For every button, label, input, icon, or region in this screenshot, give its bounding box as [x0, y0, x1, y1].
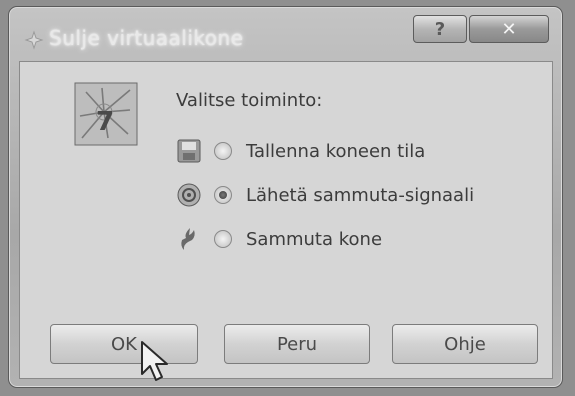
mouse-cursor-icon [141, 341, 168, 381]
help-button[interactable]: Ohje [392, 324, 538, 364]
ok-button[interactable]: OK [50, 324, 198, 364]
title-close-button[interactable]: ✕ [469, 15, 549, 43]
virtual-machine-icon [24, 30, 44, 50]
title-help-button[interactable]: ? [413, 15, 467, 43]
radio-save-state[interactable] [214, 142, 232, 160]
option-power-off[interactable]: Sammuta kone [176, 224, 382, 254]
option-label: Tallenna koneen tila [246, 140, 426, 162]
dialog-window: Sulje virtuaalikone ? ✕ 7 Valitse toimin… [8, 6, 563, 388]
option-save-state[interactable]: Tallenna koneen tila [176, 136, 425, 166]
title-bar[interactable]: Sulje virtuaalikone ? ✕ [9, 7, 562, 59]
virtual-machine-icon: 7 [74, 82, 138, 146]
dialog-title: Sulje virtuaalikone [49, 26, 244, 50]
prompt-label: Valitse toiminto: [176, 90, 323, 111]
svg-text:7: 7 [96, 107, 114, 137]
save-state-icon [177, 139, 201, 163]
power-signal-icon [177, 183, 201, 207]
option-label: Sammuta kone [246, 228, 383, 250]
radio-power-off[interactable] [214, 230, 232, 248]
option-send-shutdown[interactable]: Lähetä sammuta-signaali [176, 180, 474, 210]
option-label: Lähetä sammuta-signaali [246, 184, 475, 206]
power-off-icon [181, 228, 195, 250]
radio-send-shutdown[interactable] [214, 186, 232, 204]
cancel-button[interactable]: Peru [224, 324, 370, 364]
dialog-content: 7 Valitse toiminto: Tallenna koneen tila… [19, 61, 553, 381]
